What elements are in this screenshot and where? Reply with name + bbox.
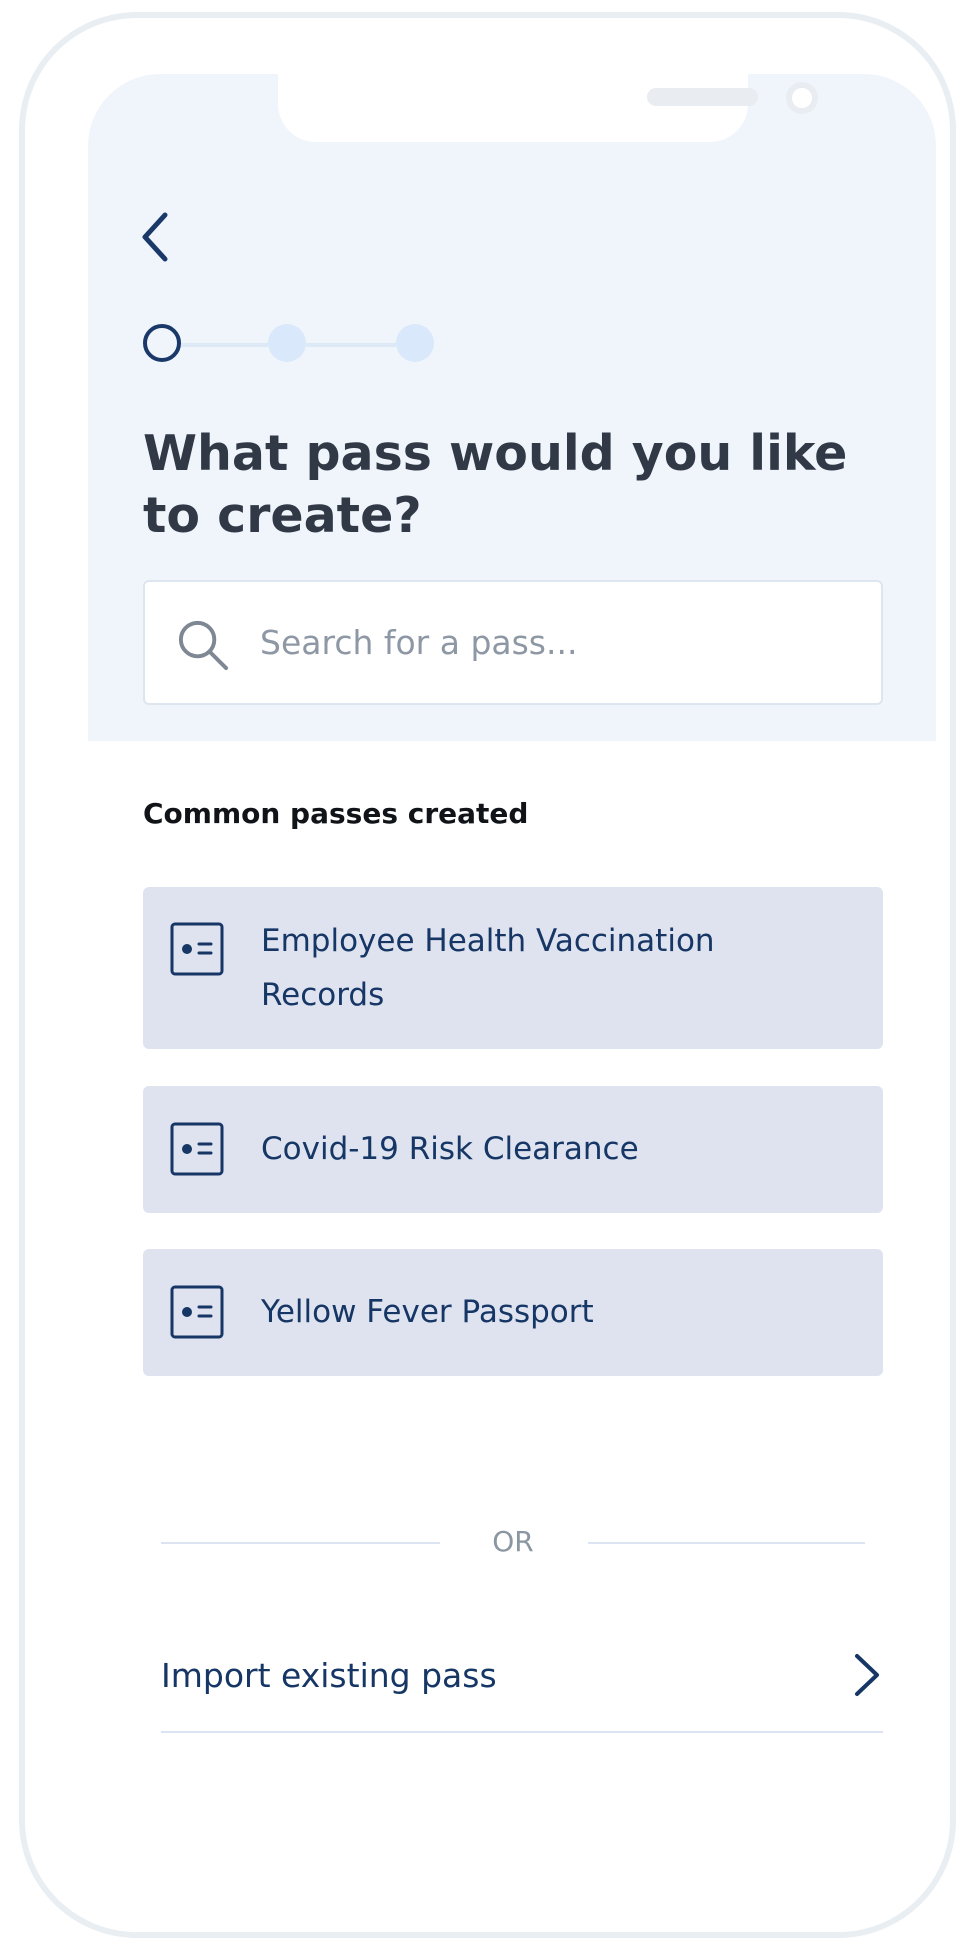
step-3-indicator [396,324,434,362]
search-box[interactable] [143,580,883,705]
chevron-left-icon [142,212,168,262]
search-icon [178,620,229,671]
import-existing-pass-button[interactable]: Import existing pass [161,1624,883,1734]
or-separator: OR [161,1524,865,1560]
import-label: Import existing pass [161,1656,497,1695]
id-card-icon [170,1122,224,1176]
page-title: What pass would you like to create? [143,425,848,544]
id-card-icon [170,922,224,976]
step-connector [306,343,396,347]
pass-card-employee-health-vaccination-records[interactable]: Employee Health Vaccination Records [143,887,883,1049]
step-connector [181,343,268,347]
camera-lens [786,82,818,114]
search-input[interactable] [260,609,850,677]
header-panel: What pass would you like to create? [88,74,936,741]
pass-card-label: Yellow Fever Passport [261,1294,594,1330]
pass-card-label: Employee Health Vaccination Records [261,923,715,1013]
separator-line-right [588,1542,865,1544]
common-passes-heading: Common passes created [143,797,529,830]
back-button[interactable] [133,207,183,267]
speaker-grille [647,88,758,106]
pass-card-label: Covid-19 Risk Clearance [261,1131,639,1167]
progress-stepper [143,324,443,364]
id-card-icon [170,1285,224,1339]
import-row-divider [161,1731,883,1733]
phone-frame: What pass would you like to create? Comm… [19,12,956,1938]
pass-card-covid-19-risk-clearance[interactable]: Covid-19 Risk Clearance [143,1086,883,1213]
chevron-right-icon [855,1654,879,1696]
device-notch [278,74,818,142]
app-screen: What pass would you like to create? Comm… [88,74,936,1932]
pass-card-yellow-fever-passport[interactable]: Yellow Fever Passport [143,1249,883,1376]
step-1-indicator [143,324,181,362]
step-2-indicator [268,324,306,362]
